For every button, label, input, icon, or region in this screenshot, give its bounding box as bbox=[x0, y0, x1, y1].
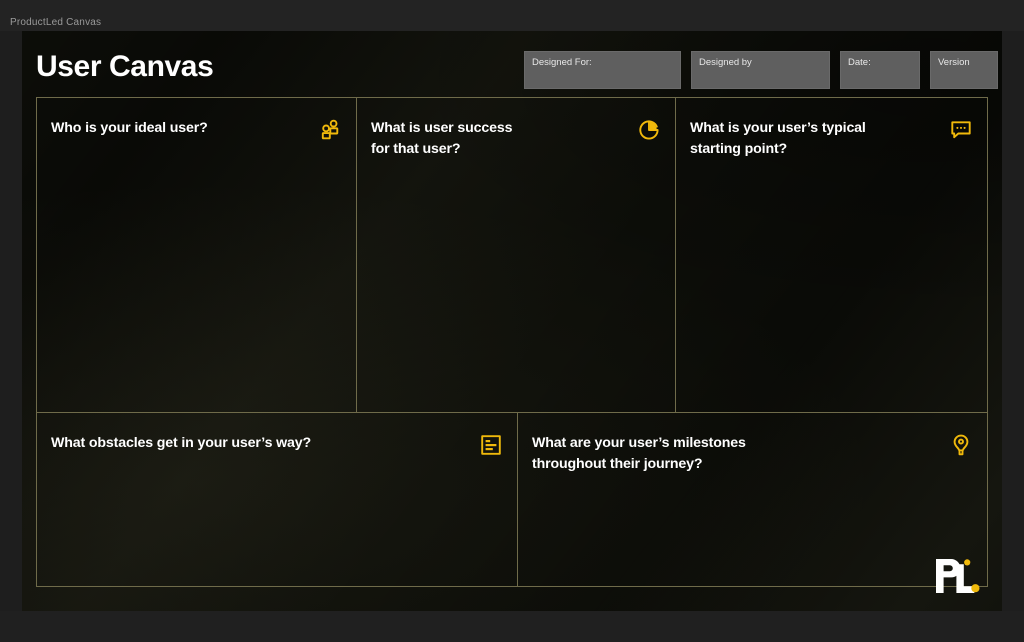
date-label: Date: bbox=[848, 57, 871, 68]
cell-starting-point[interactable]: What is your user’s typical starting poi… bbox=[675, 98, 987, 412]
canvas-artboard[interactable]: User Canvas Designed For: Designed by Da… bbox=[22, 31, 1002, 611]
users-icon bbox=[318, 118, 342, 142]
productled-logo bbox=[934, 555, 980, 593]
map-pin-icon bbox=[949, 433, 973, 457]
cell-obstacles[interactable]: What obstacles get in your user’s way? bbox=[37, 413, 517, 586]
screen: ProductLed Canvas User Canvas Designed F… bbox=[0, 0, 1024, 642]
cell-user-success[interactable]: What is user success for that user? bbox=[356, 98, 675, 412]
version-label: Version bbox=[938, 57, 970, 68]
page-title: User Canvas bbox=[36, 50, 214, 83]
cell-milestones[interactable]: What are your user’s milestones througho… bbox=[517, 413, 987, 586]
cell-user-success-title: What is user success for that user? bbox=[371, 120, 513, 157]
canvas-row-top: Who is your ideal user? What is user suc… bbox=[37, 98, 987, 412]
designed-by-label: Designed by bbox=[699, 57, 752, 68]
cell-ideal-user[interactable]: Who is your ideal user? bbox=[37, 98, 356, 412]
version-field[interactable]: Version bbox=[930, 51, 998, 89]
date-field[interactable]: Date: bbox=[840, 51, 920, 89]
meta-field-row: Designed For: Designed by Date: Version bbox=[524, 51, 998, 89]
title-bar: ProductLed Canvas bbox=[0, 0, 1024, 31]
designed-for-label: Designed For: bbox=[532, 57, 592, 68]
cell-milestones-title: What are your user’s milestones througho… bbox=[532, 435, 746, 472]
cell-ideal-user-title: Who is your ideal user? bbox=[51, 120, 208, 136]
cell-obstacles-title: What obstacles get in your user’s way? bbox=[51, 435, 311, 451]
designed-for-field[interactable]: Designed For: bbox=[524, 51, 681, 89]
list-document-icon bbox=[479, 433, 503, 457]
document-name-label: ProductLed Canvas bbox=[10, 17, 102, 28]
pie-chart-icon bbox=[637, 118, 661, 142]
cell-starting-point-title: What is your user’s typical starting poi… bbox=[690, 120, 866, 157]
bottom-gutter bbox=[0, 611, 1024, 642]
speech-bubble-icon bbox=[949, 118, 973, 142]
canvas-row-bottom: What obstacles get in your user’s way? W… bbox=[37, 412, 987, 586]
designed-by-field[interactable]: Designed by bbox=[691, 51, 830, 89]
canvas-grid: Who is your ideal user? What is user suc… bbox=[36, 97, 988, 587]
